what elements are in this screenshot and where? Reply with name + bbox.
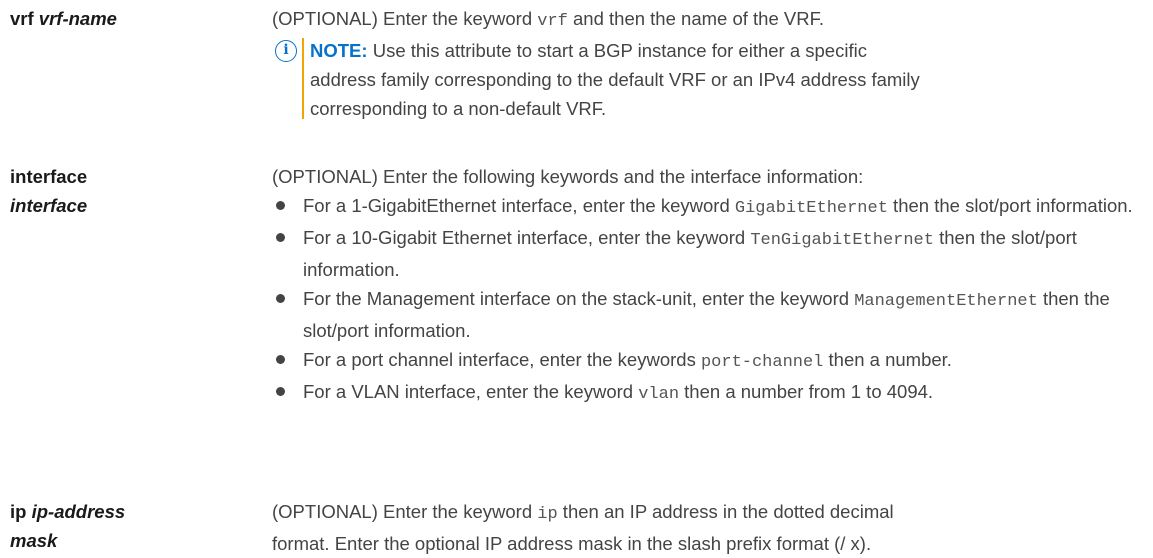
info-icon: i — [275, 40, 297, 62]
term-keyword: ip — [10, 501, 27, 522]
note-line-2: address family corresponding to the defa… — [310, 69, 920, 90]
bullet-icon — [276, 355, 285, 364]
definition-intro: (OPTIONAL) Enter the following keywords … — [272, 166, 864, 187]
code-keyword: ip — [537, 505, 558, 524]
code-keyword: GigabitEthernet — [734, 199, 888, 218]
list-item: For the Management interface on the stac… — [272, 284, 1142, 345]
note-label: NOTE: — [310, 40, 368, 61]
note-bar — [302, 38, 304, 119]
term-keyword: vrf — [10, 8, 34, 29]
bullet-icon — [276, 201, 285, 210]
definition-vrf: (OPTIONAL) Enter the keyword vrf and the… — [272, 4, 1142, 123]
list-item: For a VLAN interface, enter the keyword … — [272, 377, 1142, 409]
text-segment: (OPTIONAL) Enter the keyword — [272, 8, 538, 29]
term-keyword: interface — [10, 166, 88, 187]
note-box: i NOTE: Use this attribute to start a BG… — [272, 36, 1142, 123]
definition-text: (OPTIONAL) Enter the keyword ip then an … — [272, 501, 894, 524]
code-keyword: vrf — [537, 12, 568, 31]
note-line-1: NOTE: Use this attribute to start a BGP … — [310, 36, 1142, 65]
interface-list: For a 1-GigabitEthernet interface, enter… — [272, 191, 1142, 409]
list-item: For a 1-GigabitEthernet interface, enter… — [272, 191, 1142, 223]
definition-interface: (OPTIONAL) Enter the following keywords … — [272, 162, 1142, 409]
definition-text: (OPTIONAL) Enter the keyword vrf and the… — [272, 4, 1142, 36]
term-ip: ip ip-address mask — [10, 497, 210, 555]
note-text: Use this attribute to start a BGP instan… — [367, 40, 867, 61]
definition-ip: (OPTIONAL) Enter the keyword ip then an … — [272, 497, 1142, 558]
list-item: For a 10-Gigabit Ethernet interface, ent… — [272, 223, 1142, 284]
term-vrf: vrf vrf-name — [10, 4, 210, 33]
bullet-icon — [276, 294, 285, 303]
note-line-3: corresponding to a non-default VRF. — [310, 98, 607, 119]
list-item: For a port channel interface, enter the … — [272, 345, 1142, 377]
bullet-icon — [276, 387, 285, 396]
text-segment: and then the name of the VRF. — [567, 8, 824, 29]
code-keyword: ManagementEthernet — [854, 292, 1038, 311]
term-argument: interface — [10, 195, 88, 216]
code-keyword: port-channel — [700, 353, 824, 372]
term-argument: vrf-name — [38, 8, 117, 29]
code-keyword: TenGigabitEthernet — [750, 231, 934, 250]
bullet-icon — [276, 233, 285, 242]
term-argument-mask: mask — [10, 530, 58, 551]
term-argument: ip-address — [31, 501, 126, 522]
term-interface: interface interface — [10, 162, 210, 220]
code-keyword: vlan — [638, 385, 680, 404]
